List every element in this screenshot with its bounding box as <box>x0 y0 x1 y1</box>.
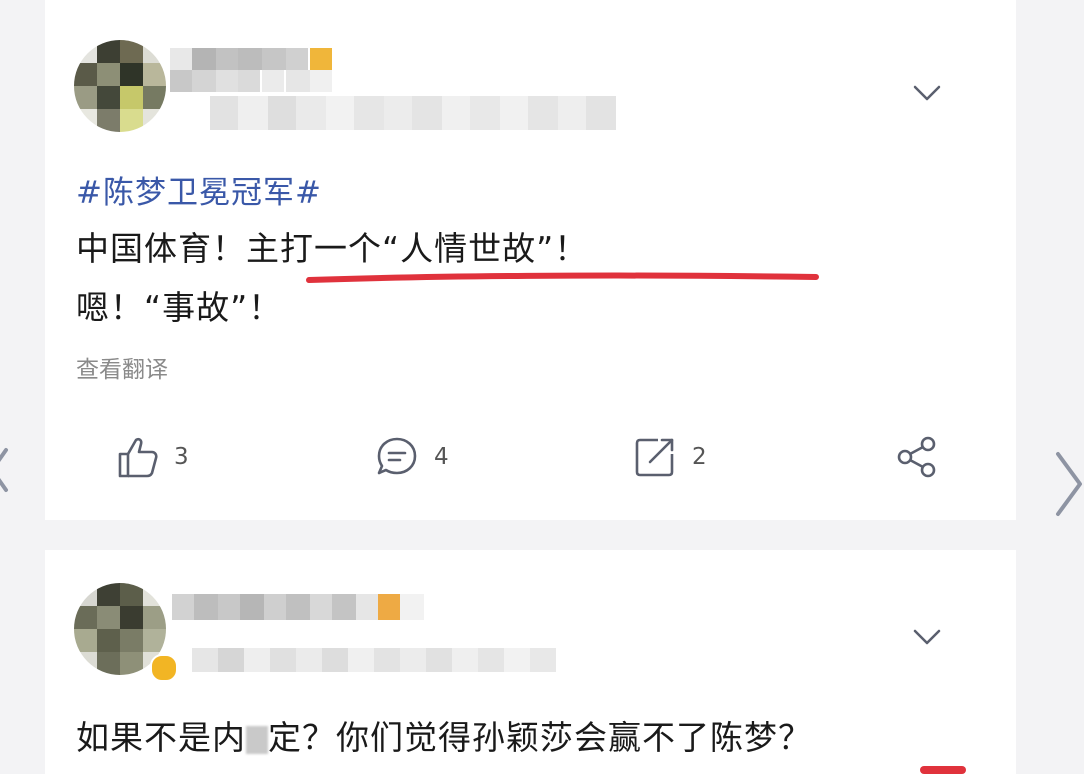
translate-link[interactable]: 查看翻译 <box>76 350 168 384</box>
share-button[interactable] <box>894 432 940 482</box>
chevron-down-icon[interactable] <box>912 628 942 646</box>
comment-button[interactable]: 4 <box>374 432 449 482</box>
share-icon <box>897 436 936 478</box>
chevron-right-icon[interactable] <box>1052 448 1084 520</box>
avatar[interactable] <box>74 40 166 132</box>
hashtag-link[interactable]: #陈梦卫冕冠军# <box>76 170 322 216</box>
redacted-character <box>246 725 268 754</box>
chevron-down-icon[interactable] <box>912 84 942 102</box>
repost-button[interactable]: 2 <box>632 432 707 482</box>
repost-icon <box>635 438 674 477</box>
right-gutter <box>1016 0 1084 774</box>
post-text-line: 嗯！“事故”！ <box>76 288 283 327</box>
chevron-left-icon[interactable] <box>0 430 12 510</box>
red-underline-annotation <box>306 272 819 283</box>
left-gutter <box>0 0 45 774</box>
username-redacted[interactable] <box>172 594 424 620</box>
red-underline-annotation <box>920 766 966 774</box>
post-separator <box>45 520 1016 550</box>
like-button[interactable]: 3 <box>114 432 189 482</box>
post-text-line: 如果不是内 定？你们觉得孙颖莎会赢不了陈梦？ <box>76 714 812 762</box>
thumbs-up-icon <box>118 437 158 478</box>
post-text-segment: 定？你们觉得孙颖莎会赢不了陈梦？ <box>268 718 812 757</box>
post-text-segment: 如果不是内 <box>76 718 246 757</box>
username-redacted[interactable] <box>170 48 332 92</box>
comment-count: 4 <box>434 444 449 470</box>
post-meta-redacted <box>210 96 616 130</box>
like-count: 3 <box>174 444 189 470</box>
verified-badge-icon <box>150 654 178 682</box>
post-text-line: 中国体育！主打一个“人情世故”！ <box>76 229 589 268</box>
post-meta-redacted <box>192 648 556 672</box>
repost-count: 2 <box>692 444 707 470</box>
comment-icon <box>377 437 417 475</box>
